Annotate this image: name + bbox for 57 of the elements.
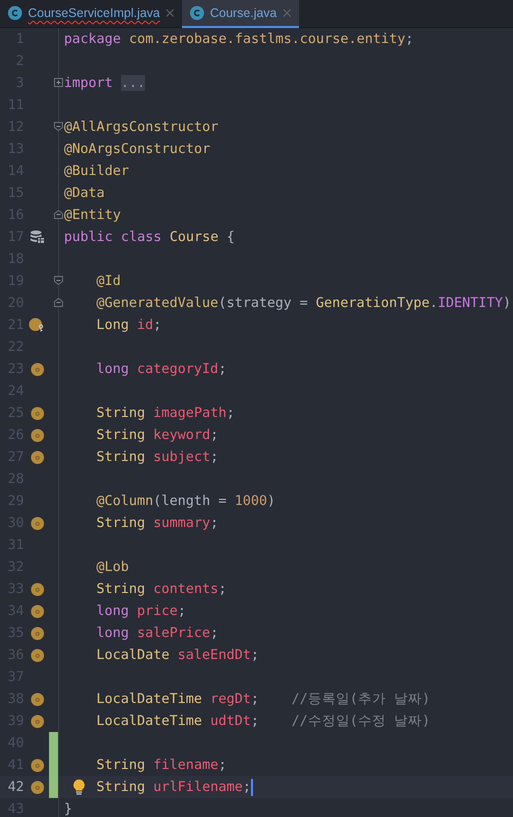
class-icon [8, 6, 22, 20]
code-line: @Id [96, 273, 121, 289]
code-line: Long id; [96, 317, 162, 333]
code-line: String urlFilename; [96, 779, 251, 795]
change-marker[interactable] [49, 732, 58, 754]
field-icon[interactable] [30, 362, 44, 376]
field-icon[interactable] [30, 626, 44, 640]
code-line: } [64, 801, 72, 817]
field-icon[interactable] [30, 450, 44, 464]
line-number: 42 [6, 779, 25, 795]
field-icon[interactable] [30, 516, 44, 530]
change-marker[interactable] [49, 776, 58, 798]
field-icon[interactable] [30, 780, 44, 794]
code-line: String summary; [96, 515, 218, 531]
code-line: import ... [64, 75, 146, 91]
close-icon[interactable] [166, 9, 174, 17]
code-line: long categoryId; [96, 361, 226, 377]
fold-icon[interactable] [54, 276, 63, 285]
code-line: @GeneratedValue(strategy = GenerationType.IDENTITY) [96, 295, 511, 311]
field-icon[interactable] [30, 582, 44, 596]
code-line: String subject; [96, 449, 218, 465]
fold-icon[interactable] [54, 210, 63, 219]
database-icon[interactable] [30, 230, 44, 244]
fold-icon[interactable] [54, 298, 63, 307]
code-line: long salePrice; [96, 625, 218, 641]
code-line: @Column(length = 1000) [96, 493, 276, 509]
code-line: String contents; [96, 581, 226, 597]
code-line: LocalDateTime udtDt; //수정일(수정 날짜) [96, 712, 430, 730]
text-caret [250, 778, 253, 796]
code-line: @NoArgsConstructor [64, 141, 210, 157]
code-line: LocalDate saleEndDt; [96, 647, 259, 663]
field-icon[interactable] [30, 406, 44, 420]
field-icon[interactable] [30, 692, 44, 706]
code-line: String filename; [96, 757, 226, 773]
field-key-icon[interactable] [29, 318, 45, 332]
class-icon [190, 6, 204, 20]
field-icon[interactable] [30, 714, 44, 728]
code-line: public class Course { [64, 229, 235, 245]
code-line: @Entity [64, 207, 121, 223]
expand-icon[interactable] [54, 78, 63, 87]
fold-icon[interactable] [54, 122, 63, 131]
code-line: String keyword; [96, 427, 218, 443]
code-line: @Lob [96, 559, 129, 575]
field-icon[interactable] [30, 758, 44, 772]
code-line: LocalDateTime regDt; //등록일(추가 날짜) [96, 690, 430, 708]
field-icon[interactable] [30, 648, 44, 662]
code-line: @AllArgsConstructor [64, 119, 218, 135]
code-line: @Builder [64, 163, 130, 179]
code-line: package com.zerobase.fastlms.course.entity; [64, 31, 414, 47]
field-icon[interactable] [30, 428, 44, 442]
code-line: @Data [64, 185, 105, 201]
field-icon[interactable] [30, 604, 44, 618]
code-line: String imagePath; [96, 405, 235, 421]
editor-tab[interactable]: CourseServiceImpl.java [0, 0, 182, 28]
lightbulb-icon[interactable] [73, 779, 85, 795]
code-line: long price; [96, 603, 186, 619]
editor-tab[interactable]: Course.java [182, 0, 299, 28]
